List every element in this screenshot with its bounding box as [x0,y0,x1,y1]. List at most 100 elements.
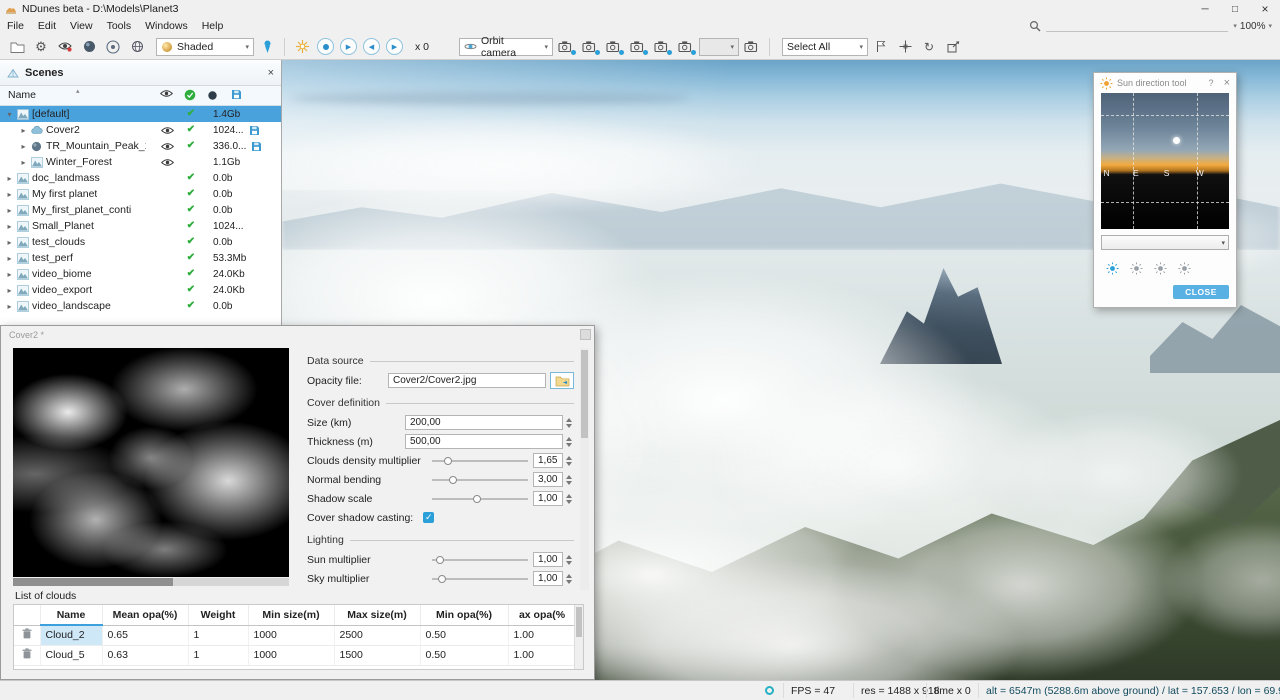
column-header[interactable]: ax opa(% [508,605,576,625]
menu-edit[interactable]: Edit [31,19,63,33]
menu-tools[interactable]: Tools [100,19,139,33]
render-column-icon[interactable] [208,91,217,100]
visibility-cell[interactable] [158,234,176,250]
slider-handle[interactable] [444,457,452,465]
properties-scrollbar[interactable] [580,348,589,590]
close-icon[interactable]: × [1250,0,1280,18]
camera-preset-combo[interactable]: ▾ [699,38,739,56]
slider[interactable] [432,554,528,566]
scene-row[interactable]: ▸video_biome✔24.0Kb [0,266,281,282]
delete-cloud-button[interactable] [14,645,40,665]
scene-row[interactable]: ▸Winter_Forest1.1Gb [0,154,281,170]
saved-column-icon[interactable] [231,89,242,100]
menu-windows[interactable]: Windows [138,19,195,33]
chevron-expanded-icon[interactable]: ▾ [4,110,15,119]
chevron-collapsed-icon[interactable]: ▸ [4,238,15,247]
chevron-collapsed-icon[interactable]: ▸ [4,270,15,279]
column-header[interactable]: Max size(m) [334,605,420,625]
visibility-cell[interactable] [158,298,176,314]
sun-preset-3-button[interactable] [1152,260,1168,276]
locate-button[interactable] [256,37,278,57]
slider-handle[interactable] [449,476,457,484]
step-back-button[interactable]: ◀ [363,38,380,55]
selection-mode-combo[interactable]: Select All ▾ [782,38,868,56]
visibility-cell[interactable] [158,266,176,282]
loaded-column-icon[interactable] [184,89,196,101]
scene-row[interactable]: ▸video_export✔24.0Kb [0,282,281,298]
value-field[interactable]: 500,00 [405,434,563,449]
slider-handle[interactable] [436,556,444,564]
camera-mode-combo[interactable]: Orbit camera ▾ [459,38,553,56]
column-header[interactable]: Mean opa(%) [102,605,188,625]
visibility-cell[interactable] [158,138,176,154]
camera-save-button[interactable] [603,37,625,57]
sun-preset-dropdown[interactable]: ▾ [1101,235,1229,250]
chevron-collapsed-icon[interactable]: ▸ [18,158,29,167]
value-field[interactable]: 1,00 [533,552,563,567]
cursor-flag-button[interactable] [870,37,892,57]
chevron-collapsed-icon[interactable]: ▸ [4,174,15,183]
visibility-cell[interactable] [158,282,176,298]
record-button[interactable] [317,38,334,55]
column-header[interactable]: Min size(m) [248,605,334,625]
scenes-close-button[interactable]: × [268,67,274,79]
spinner[interactable] [566,494,574,504]
zoom-control[interactable]: ▾ 100% ▾ [1233,21,1272,32]
help-button[interactable]: ? [1209,78,1214,88]
camera-load-button[interactable] [627,37,649,57]
globe-button[interactable] [126,37,148,57]
maximize-icon[interactable]: □ [1220,0,1250,18]
menu-help[interactable]: Help [195,19,231,33]
menu-view[interactable]: View [63,19,100,33]
sun-preset-1-button[interactable] [1104,260,1120,276]
spinner[interactable] [566,437,574,447]
chevron-collapsed-icon[interactable]: ▸ [4,254,15,263]
value-field[interactable]: 1,65 [533,453,563,468]
minimize-icon[interactable]: ─ [1190,0,1220,18]
play-button[interactable]: ▶ [340,38,357,55]
rotate-axis-button[interactable]: ↻ [918,37,940,57]
column-header[interactable]: Weight [188,605,248,625]
cloud-row[interactable]: Cloud_20.651100025000.501.00 [14,625,576,645]
checkbox[interactable]: ✓ [423,512,434,523]
visibility-cell[interactable] [158,154,176,170]
camera-add-button[interactable] [555,37,577,57]
visibility-cell[interactable] [158,106,176,122]
value-field[interactable]: 1,00 [533,491,563,506]
sun-preset-2-button[interactable] [1128,260,1144,276]
visibility-cell[interactable] [158,122,176,138]
preview-scrollbar[interactable] [13,578,289,586]
visibility-cell[interactable] [158,186,176,202]
column-header[interactable]: Name [40,605,102,625]
slider[interactable] [432,455,528,467]
open-scene-button[interactable] [6,37,28,57]
menu-file[interactable]: File [0,19,31,33]
camera-prev-button[interactable] [651,37,673,57]
visibility-cell[interactable] [158,218,176,234]
cloud-row[interactable]: Cloud_50.631100015000.501.00 [14,645,576,665]
visibility-button[interactable] [102,37,124,57]
sun-tool-close-icon[interactable]: × [1224,77,1230,89]
chevron-collapsed-icon[interactable]: ▸ [4,286,15,295]
export-view-button[interactable] [942,37,964,57]
clouds-table-scrollbar[interactable] [574,605,583,669]
visibility-cell[interactable] [158,202,176,218]
scene-row[interactable]: ▸Cover2✔1024... [0,122,281,138]
sun-flare-button[interactable] [291,37,313,57]
slider[interactable] [432,474,528,486]
shading-mode-combo[interactable]: Shaded ▾ [156,38,254,56]
visibility-column-icon[interactable] [160,89,173,98]
camera-next-button[interactable] [675,37,697,57]
spinner[interactable] [566,418,574,428]
slider[interactable] [432,493,528,505]
name-column-label[interactable]: Name [8,89,36,101]
chevron-collapsed-icon[interactable]: ▸ [18,142,29,151]
value-field[interactable]: Cover2/Cover2.jpg [388,373,546,388]
sun-preset-4-button[interactable] [1176,260,1192,276]
slider[interactable] [432,573,528,585]
scene-row[interactable]: ▾[default]✔1.4Gb [0,106,281,122]
spinner[interactable] [566,555,574,565]
scene-row[interactable]: ▸doc_landmass✔0.0b [0,170,281,186]
opacity-texture-preview[interactable] [13,348,289,577]
camera-capture-button[interactable] [741,37,763,57]
